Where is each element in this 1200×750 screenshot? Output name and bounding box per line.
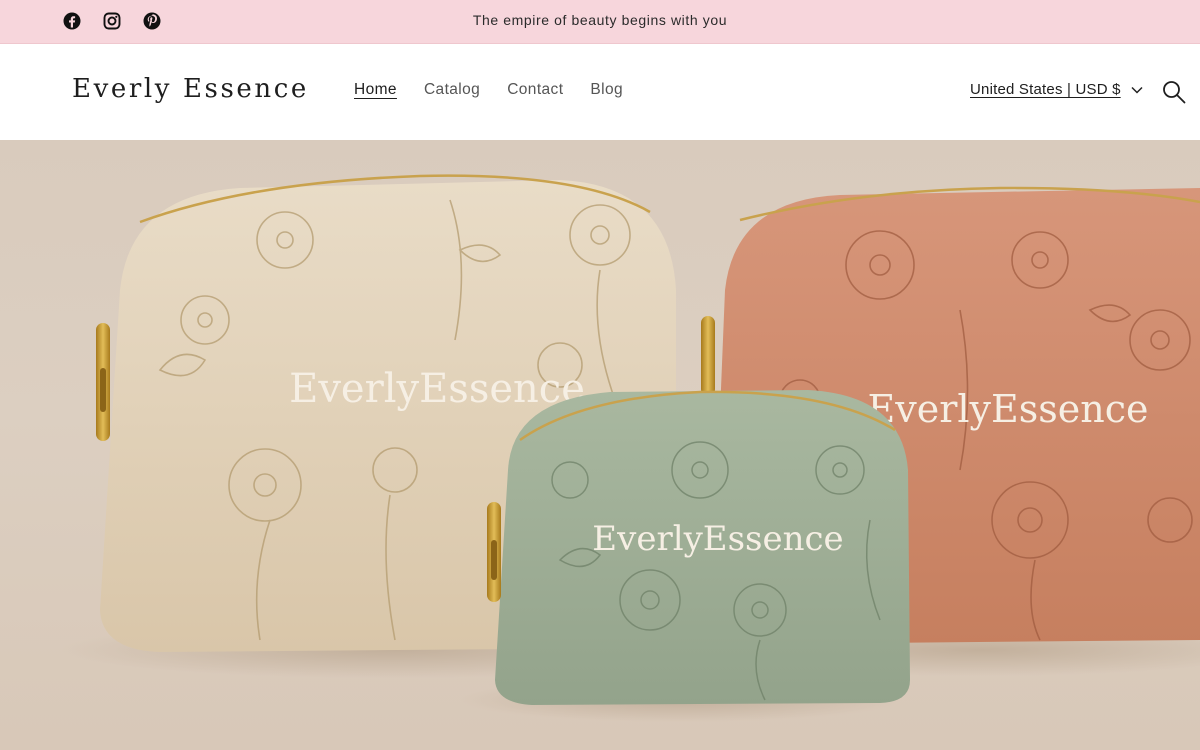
hero-banner[interactable]: EverlyEssence EverlyEssence EverlyEssenc… <box>0 140 1200 750</box>
announcement-bar: The empire of beauty begins with you <box>0 0 1200 44</box>
site-logo[interactable]: Everly Essence <box>72 74 309 104</box>
main-nav: Home Catalog Contact Blog <box>354 81 623 99</box>
nav-blog[interactable]: Blog <box>590 81 623 99</box>
beige-pouch-brand: EverlyEssence <box>289 366 585 412</box>
nav-contact[interactable]: Contact <box>507 81 563 99</box>
chevron-down-icon <box>1131 86 1143 94</box>
nav-home[interactable]: Home <box>354 81 397 99</box>
site-header: Everly Essence Home Catalog Contact Blog… <box>0 44 1200 140</box>
locale-selector[interactable]: United States | USD $ <box>970 81 1143 98</box>
terracotta-pouch-brand: EverlyEssence <box>868 387 1149 431</box>
search-icon[interactable] <box>1161 79 1187 105</box>
nav-catalog[interactable]: Catalog <box>424 81 480 99</box>
sage-pouch: EverlyEssence <box>487 390 910 705</box>
sage-pouch-brand: EverlyEssence <box>592 519 843 559</box>
announcement-text: The empire of beauty begins with you <box>472 12 728 28</box>
locale-label: United States | USD $ <box>970 81 1121 98</box>
hero-image: EverlyEssence EverlyEssence EverlyEssenc… <box>60 174 1200 722</box>
